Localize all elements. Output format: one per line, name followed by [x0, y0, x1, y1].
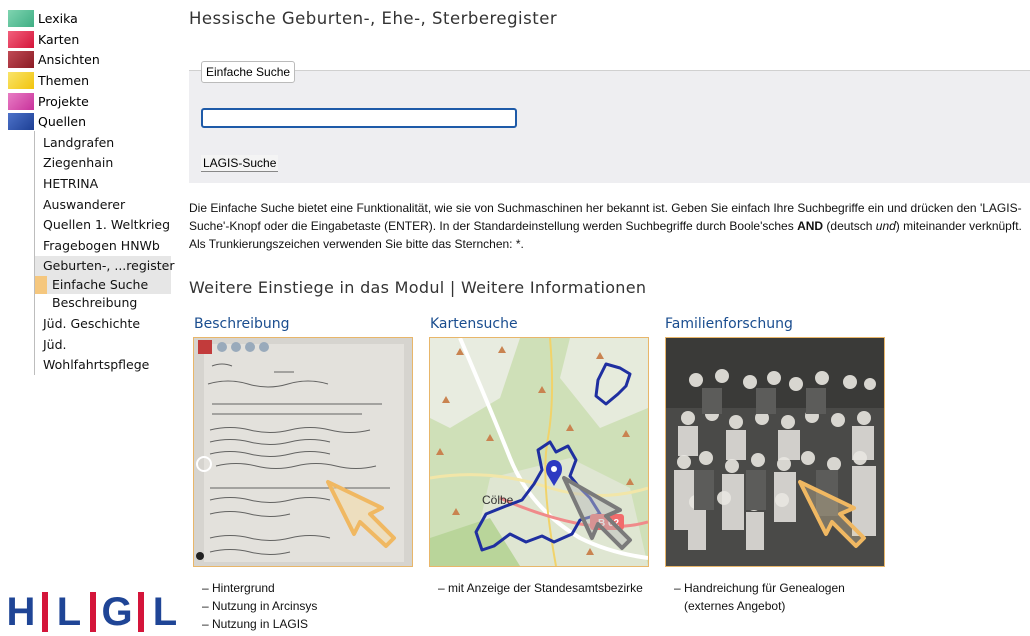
sidebar-item-label: Ansichten: [38, 51, 100, 67]
card-title-beschreibung[interactable]: Beschreibung: [194, 316, 290, 332]
logo-letter-h: H: [2, 590, 40, 634]
sidebar-item-karten[interactable]: Karten: [8, 29, 79, 49]
bullet-item: – Hintergrund: [202, 581, 275, 595]
sidebar-item-quellen[interactable]: Quellen: [8, 111, 86, 131]
card-bullets-familienforschung: – Handreichung für Genealogen (externes …: [674, 579, 845, 615]
card-bullets-kartensuche: – mit Anzeige der Standesamtsbezirke: [438, 579, 643, 597]
register-document-image: [194, 338, 412, 566]
lexika-color-icon: [8, 9, 34, 27]
search-description: Die Einfache Suche bietet eine Funktiona…: [189, 199, 1030, 253]
active-item-marker: [35, 276, 47, 294]
card-bullets-beschreibung: – Hintergrund – Nutzung in Arcinsys – Nu…: [202, 579, 317, 633]
map-place-label: Cölbe: [482, 493, 514, 507]
card-title-familienforschung[interactable]: Familienforschung: [665, 316, 793, 332]
sidebar-item-ziegenhain[interactable]: Ziegenhain: [43, 153, 113, 173]
sidebar-item-lexika[interactable]: Lexika: [8, 8, 78, 28]
description-text: (deutsch: [823, 219, 876, 233]
map-image: Cölbe B 62: [430, 338, 648, 566]
sidebar-item-beschreibung[interactable]: Beschreibung: [52, 293, 137, 313]
page-title: Hessische Geburten-, Ehe-, Sterberegiste…: [189, 9, 558, 28]
logo-bar: [42, 592, 48, 632]
sidebar-item-quellen-weltkrieg[interactable]: Quellen 1. Weltkrieg: [43, 215, 170, 235]
sidebar-item-label: Quellen: [38, 113, 87, 129]
sidebar-item-label: Wohlfahrtspflege: [43, 357, 150, 372]
sidebar-item-label: Themen: [38, 72, 90, 88]
section-heading: Weitere Einstiege in das Modul | Weitere…: [189, 278, 647, 297]
ansichten-color-icon: [8, 50, 34, 68]
logo-bar: [90, 592, 96, 632]
sidebar-item-label: Karten: [38, 31, 80, 47]
sidebar-item-juedische-wohlfahrt[interactable]: Jüd. Wohlfahrtspflege: [43, 335, 149, 375]
bullet-item: – Nutzung in LAGIS: [202, 617, 309, 631]
card-image-kartensuche[interactable]: Cölbe B 62: [429, 337, 649, 567]
bullet-item: (externes Angebot): [684, 599, 786, 613]
family-photo-image: [666, 338, 884, 566]
logo-letter-g: G: [98, 590, 136, 634]
sidebar-item-einfache-suche[interactable]: Einfache Suche: [52, 275, 148, 295]
sidebar-item-juedische-geschichte[interactable]: Jüd. Geschichte: [43, 314, 140, 334]
sidebar-item-auswanderer[interactable]: Auswanderer: [43, 195, 125, 215]
sidebar-item-landgrafen[interactable]: Landgrafen: [43, 133, 114, 153]
sidebar-item-ansichten[interactable]: Ansichten: [8, 49, 100, 69]
quellen-color-icon: [8, 112, 34, 130]
search-legend: Einfache Suche: [201, 61, 296, 83]
logo-letter-l2: L: [146, 590, 184, 634]
sidebar-item-label: Jüd.: [43, 337, 67, 352]
karten-color-icon: [8, 30, 34, 48]
bullet-item: – Handreichung für Genealogen: [674, 581, 845, 595]
sidebar-item-fragebogen[interactable]: Fragebogen HNWb: [43, 236, 160, 256]
logo-letter-l: L: [50, 590, 88, 634]
hlgl-logo[interactable]: H L G L: [2, 590, 184, 634]
sidebar-item-projekte[interactable]: Projekte: [8, 91, 89, 111]
bullet-item: – mit Anzeige der Standesamtsbezirke: [438, 581, 643, 595]
themen-color-icon: [8, 71, 34, 89]
lagis-search-button[interactable]: LAGIS-Suche: [201, 155, 279, 172]
sidebar-item-hetrina[interactable]: HETRINA: [43, 174, 98, 194]
search-input[interactable]: [201, 108, 517, 128]
sidebar-item-label: Projekte: [38, 93, 89, 109]
card-image-beschreibung[interactable]: [193, 337, 413, 567]
card-image-familienforschung[interactable]: [665, 337, 885, 567]
description-italic: und: [875, 219, 896, 233]
sidebar-item-label: Lexika: [38, 10, 78, 26]
bullet-item: – Nutzung in Arcinsys: [202, 599, 318, 613]
sidebar-item-themen[interactable]: Themen: [8, 70, 89, 90]
card-title-kartensuche[interactable]: Kartensuche: [430, 316, 518, 332]
description-bold: AND: [797, 219, 824, 233]
logo-bar: [138, 592, 144, 632]
sidebar-nav: Lexika Karten Ansichten Themen Projekte …: [0, 0, 184, 636]
sidebar-item-geburtenregister[interactable]: Geburten-, ...register: [43, 256, 174, 276]
projekte-color-icon: [8, 92, 34, 110]
tree-line: [34, 131, 35, 375]
